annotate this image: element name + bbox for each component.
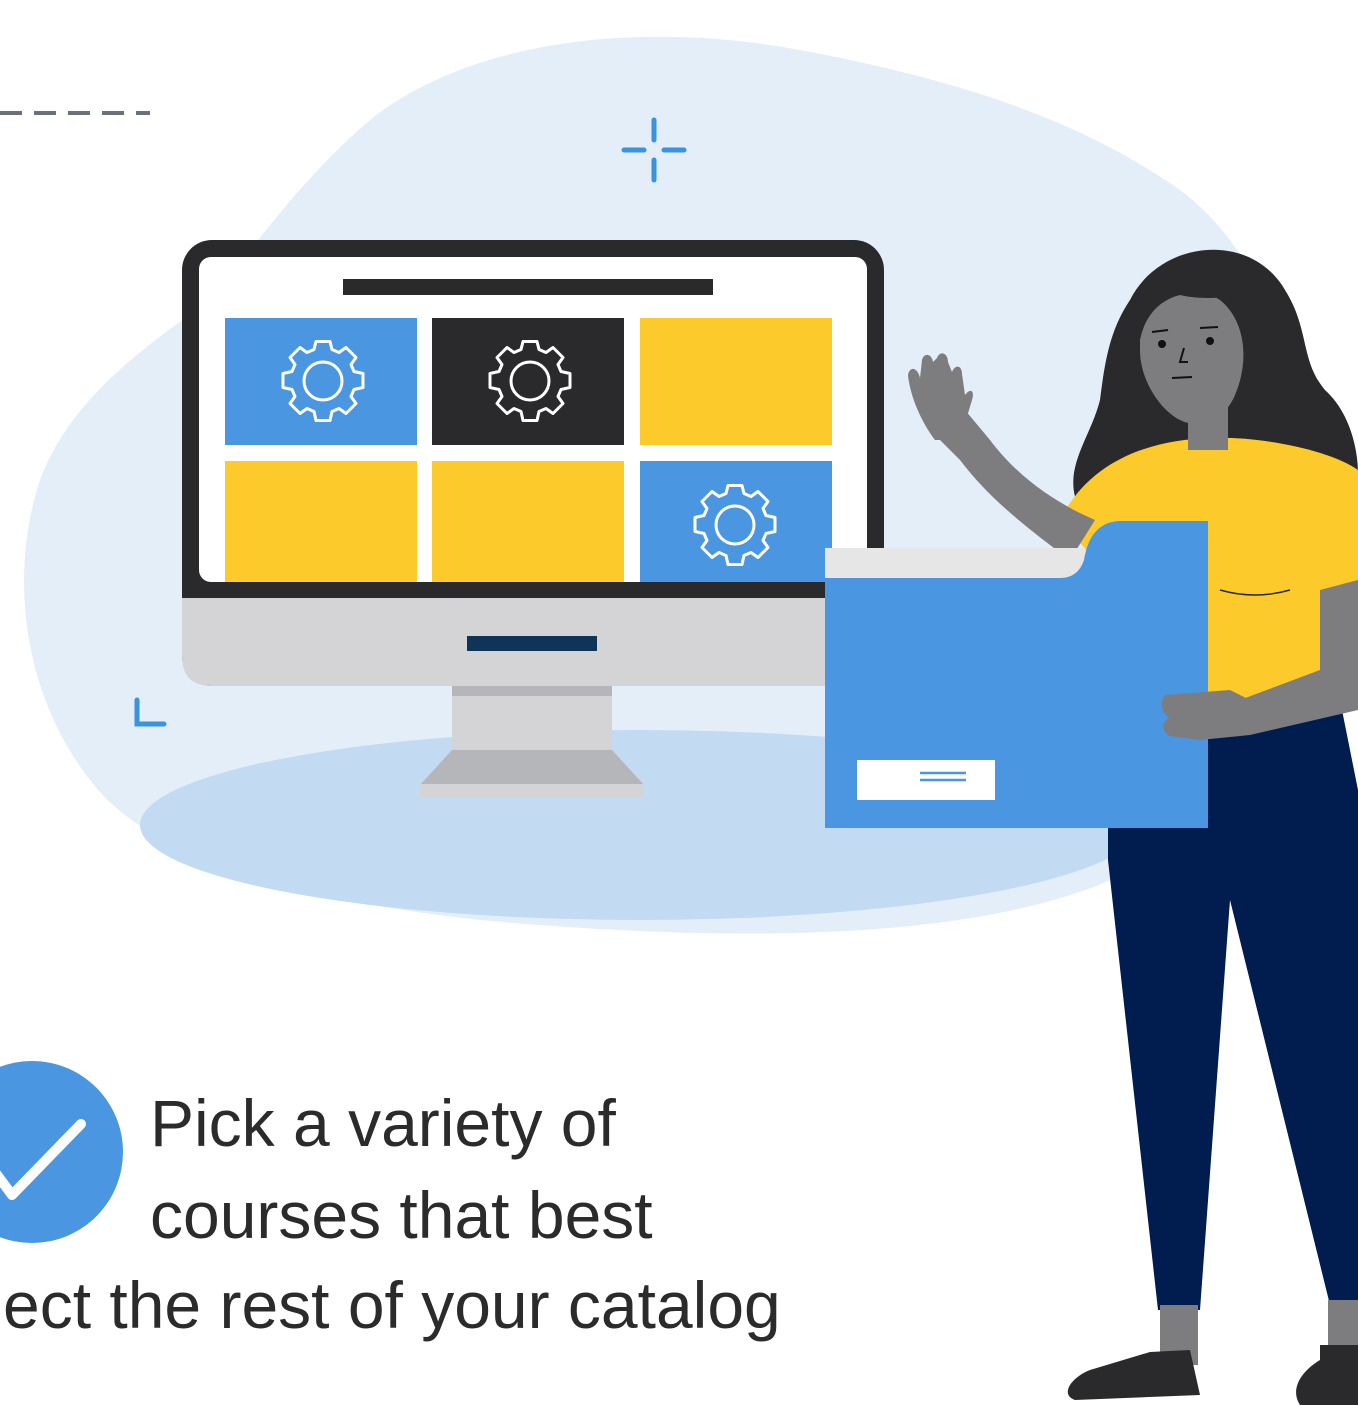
- eye-right: [1206, 337, 1214, 345]
- eye-left: [1158, 340, 1166, 348]
- shoe-left: [1067, 1350, 1200, 1400]
- monitor: [182, 240, 884, 686]
- tile-2: [432, 318, 624, 445]
- caption-line-2: courses that best: [150, 1178, 653, 1252]
- tile-3: [640, 318, 832, 445]
- ankle-right: [1328, 1300, 1358, 1350]
- illustration-canvas: Pick a variety of courses that best flec…: [0, 0, 1358, 1405]
- brow-right: [1199, 326, 1219, 329]
- mouth: [1171, 376, 1193, 379]
- hand-holding-folder: [1161, 690, 1250, 740]
- check-icon: [0, 1061, 123, 1243]
- monitor-logo-bar: [467, 636, 597, 651]
- folder: [825, 521, 1208, 828]
- screen-title-bar: [343, 279, 713, 295]
- monitor-stand: [420, 686, 644, 798]
- shoe-right: [1296, 1345, 1358, 1405]
- tile-1: [225, 318, 417, 445]
- caption-line-3: flect the rest of your catalog: [0, 1268, 781, 1342]
- tile-4: [225, 461, 417, 582]
- tile-5: [432, 461, 624, 582]
- caption-line-1: Pick a variety of: [150, 1086, 616, 1160]
